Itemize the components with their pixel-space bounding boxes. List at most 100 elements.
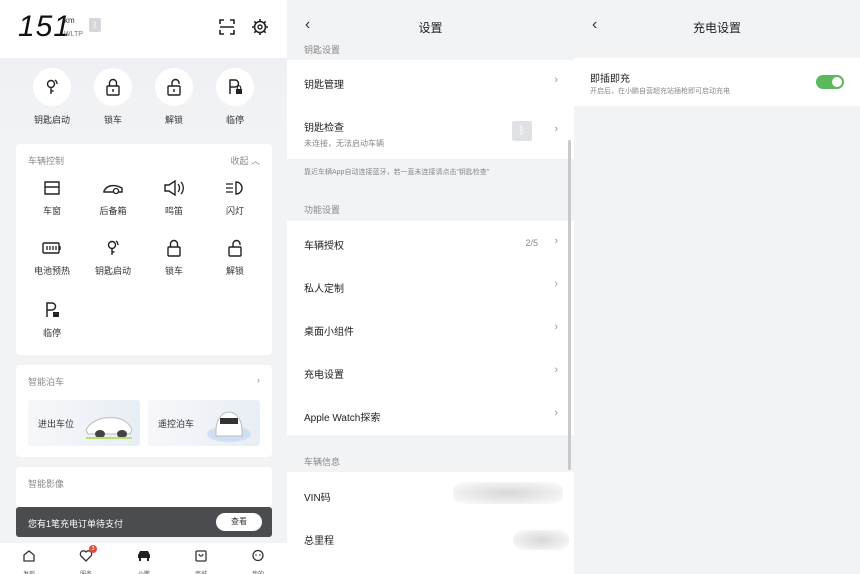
control-lock[interactable]: 锁车 (144, 238, 204, 277)
row-key-manage[interactable]: 钥匙管理 › (287, 60, 574, 104)
key-start-icon (107, 240, 119, 255)
section-key-settings: 钥匙设置 (304, 45, 341, 55)
chevron-right-icon: › (554, 123, 558, 135)
control-parking[interactable]: 临停 (22, 300, 82, 339)
car-image (85, 417, 133, 439)
quick-parking[interactable]: 临停 (205, 68, 265, 126)
function-settings-group: 车辆授权 2/5 › 私人定制 › 桌面小组件 › 充电设置 › Apple W… (287, 221, 574, 435)
row-value: 2/5 (525, 238, 538, 248)
control-horn[interactable]: 鸣笛 (144, 178, 204, 217)
chevron-right-icon[interactable]: › (257, 375, 260, 385)
control-label: 钥匙启动 (94, 266, 131, 276)
quick-lock[interactable]: 锁车 (83, 68, 143, 126)
notification-badge: 3 (89, 545, 97, 553)
quick-label: 钥匙启动 (33, 115, 70, 125)
unlock-icon (167, 78, 181, 96)
tab-shop[interactable]: 商城 (181, 549, 221, 574)
row-personal-customization[interactable]: 私人定制 › (287, 264, 574, 307)
smart-imaging-card[interactable]: 智能影像 (16, 467, 272, 507)
row-label: 总里程 (304, 536, 334, 547)
tab-xpeng[interactable]: 小鹏 (124, 549, 164, 574)
scan-icon[interactable] (218, 18, 236, 36)
row-vehicle-authorization[interactable]: 车辆授权 2/5 › (287, 221, 574, 264)
control-key-start[interactable]: 钥匙启动 (83, 238, 143, 277)
charge-settings-screen: ‹ 充电设置 即插即充 开启后，在小鹏自营超充站插枪即可启动充电 (574, 0, 860, 574)
row-total-mileage[interactable]: 总里程 (287, 516, 574, 560)
toast-text: 您有1笔充电订单待支付 (28, 519, 124, 529)
row-charge-settings[interactable]: 充电设置 › (287, 350, 574, 393)
control-label: 解锁 (225, 266, 244, 276)
row-apple-watch[interactable]: Apple Watch探索 › (287, 393, 574, 435)
car-icon (138, 551, 150, 561)
parking-lock-icon (229, 79, 242, 94)
tab-service[interactable]: 3 服务 (66, 545, 106, 574)
redacted-value (453, 482, 563, 504)
control-label: 车窗 (42, 206, 61, 216)
chevron-right-icon: › (554, 278, 558, 290)
row-label: 即插即充 (590, 74, 630, 85)
vehicle-home-screen: 151 km WLTP ᛒ 钥匙启动 锁车 解锁 临停 车辆控制 收起 ︿ 车窗 (0, 0, 287, 574)
chevron-up-icon: ︿ (250, 156, 260, 166)
quick-actions: 钥匙启动 锁车 解锁 临停 (0, 58, 287, 136)
quick-label: 临停 (225, 115, 244, 125)
tile-label: 遥控泊车 (158, 419, 195, 429)
control-battery-heat[interactable]: 电池预热 (22, 238, 82, 277)
control-label: 后备箱 (99, 206, 127, 216)
profile-icon (252, 549, 264, 562)
control-window[interactable]: 车窗 (22, 178, 82, 217)
row-desktop-widget[interactable]: 桌面小组件 › (287, 307, 574, 350)
charge-header: ‹ 充电设置 (574, 0, 860, 50)
settings-screen: ‹ 设置 钥匙设置 钥匙管理 › 钥匙检查 未连接，无法启动车辆 ᛒ › 靠近车… (287, 0, 574, 574)
payment-toast: 您有1笔充电订单待支付 查看 (16, 507, 272, 537)
toggle-knob (832, 77, 842, 87)
quick-key-start[interactable]: 钥匙启动 (22, 68, 82, 126)
control-label: 临停 (42, 328, 61, 338)
shop-icon (195, 550, 207, 562)
tile-label: 进出车位 (38, 419, 75, 429)
plug-charge-row: 即插即充 开启后，在小鹏自营超充站插枪即可启动充电 (574, 58, 860, 106)
view-button[interactable]: 查看 (216, 513, 262, 531)
horn-icon (164, 180, 184, 196)
bluetooth-icon: ᛒ (89, 18, 101, 32)
tab-profile[interactable]: 我的 (238, 549, 278, 574)
plug-charge-toggle[interactable] (816, 75, 844, 89)
home-icon (23, 550, 35, 562)
row-label: 桌面小组件 (304, 327, 354, 338)
quick-unlock[interactable]: 解锁 (144, 68, 204, 126)
chevron-right-icon: › (554, 407, 558, 419)
chevron-right-icon: › (554, 321, 558, 333)
redacted-value (513, 530, 569, 550)
chevron-right-icon: › (554, 364, 558, 376)
control-label: 闪灯 (225, 206, 244, 216)
card-title: 智能影像 (28, 479, 65, 489)
row-vin[interactable]: VIN码 (287, 472, 574, 516)
row-key-check[interactable]: 钥匙检查 未连接，无法启动车辆 ᛒ › (287, 104, 574, 159)
parking-lock-icon (46, 302, 59, 317)
control-unlock[interactable]: 解锁 (205, 238, 265, 277)
row-label: 私人定制 (304, 284, 344, 295)
remote-parking-tile[interactable]: 遥控泊车 (148, 400, 260, 446)
tab-discover[interactable]: 发现 (9, 549, 49, 574)
control-flash[interactable]: 闪灯 (205, 178, 265, 217)
car-image (207, 411, 251, 442)
tab-label: 商城 (181, 569, 221, 574)
park-in-out-tile[interactable]: 进出车位 (28, 400, 140, 446)
smart-parking-card: 智能泊车 › 进出车位 遥控泊车 (16, 365, 272, 457)
range-standard: WLTP (64, 31, 83, 38)
tab-label: 小鹏 (124, 569, 164, 574)
row-label: 车辆授权 (304, 241, 344, 252)
card-title: 车辆控制 (28, 156, 65, 166)
battery-heat-icon (42, 242, 61, 254)
quick-label: 解锁 (164, 115, 183, 125)
bottom-tab-bar: 发现 3 服务 小鹏 商城 我的 (0, 543, 287, 574)
range-header: 151 km WLTP ᛒ (0, 0, 287, 58)
chevron-right-icon: › (554, 235, 558, 247)
scrollbar[interactable] (568, 140, 571, 470)
collapse-button[interactable]: 收起 ︿ (230, 154, 260, 167)
collapse-label: 收起 (230, 156, 249, 166)
page-title: 充电设置 (692, 21, 741, 35)
gear-icon[interactable] (251, 18, 269, 36)
control-trunk[interactable]: 后备箱 (83, 178, 143, 217)
card-title: 智能泊车 (28, 377, 65, 387)
section-vehicle-info: 车辆信息 (304, 457, 341, 467)
